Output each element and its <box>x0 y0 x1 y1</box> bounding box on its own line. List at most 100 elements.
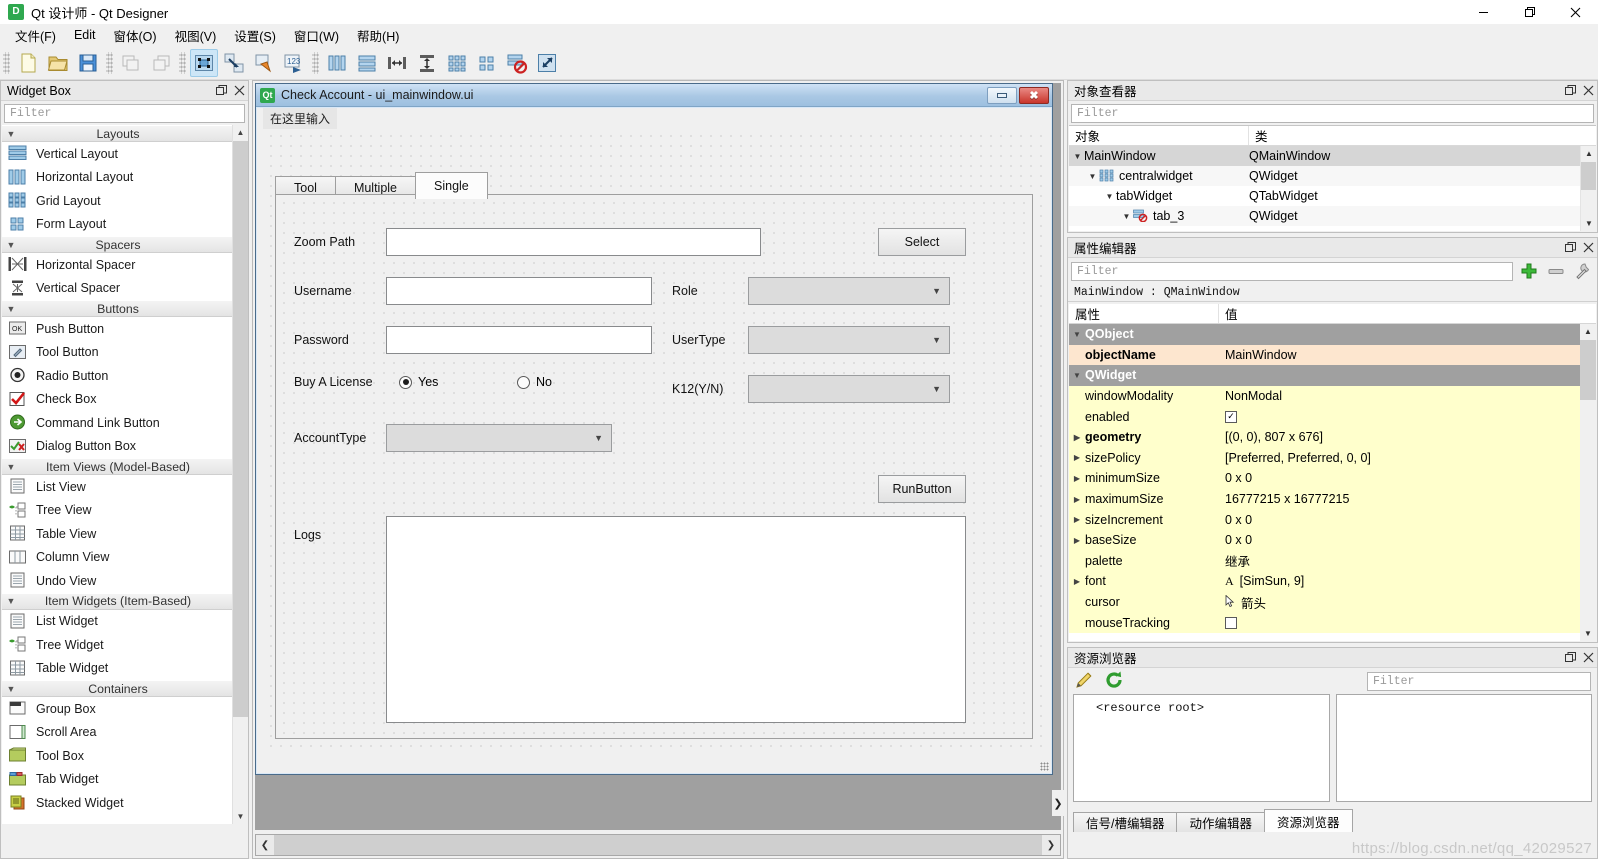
form-window-titlebar[interactable]: Qt Check Account - ui_mainwindow.ui ✖ <box>256 84 1052 107</box>
widget-item-push-button[interactable]: OK Push Button <box>2 317 234 341</box>
widget-group-layouts[interactable]: ▼ Layouts <box>2 125 234 142</box>
layout-form-icon[interactable] <box>473 49 501 77</box>
property-value[interactable]: 16777215 x 16777215 <box>1225 492 1349 506</box>
float-icon[interactable] <box>1561 649 1579 667</box>
chevron-down-icon[interactable]: ▼ <box>1069 371 1085 380</box>
remove-property-icon[interactable] <box>1545 261 1567 281</box>
select-button[interactable]: Select <box>878 228 966 256</box>
menu-form[interactable]: 窗体(O) <box>105 23 166 48</box>
reload-icon[interactable] <box>1104 670 1124 693</box>
form-minimize-button[interactable] <box>987 86 1017 104</box>
resource-root-item[interactable]: <resource root> <box>1074 695 1329 715</box>
property-value[interactable]: MainWindow <box>1225 348 1297 362</box>
widget-group-item-widgets[interactable]: ▼ Item Widgets (Item-Based) <box>2 592 234 610</box>
redo-icon[interactable] <box>147 49 175 77</box>
enabled-checkbox[interactable]: ✓ <box>1225 410 1237 423</box>
add-property-icon[interactable] <box>1518 261 1540 281</box>
maximize-button[interactable] <box>1506 0 1552 24</box>
layout-grid-icon[interactable] <box>443 49 471 77</box>
property-value[interactable]: 箭头 <box>1241 593 1266 612</box>
widget-item-grid-layout[interactable]: Grid Layout <box>2 189 234 213</box>
property-value[interactable]: NonModal <box>1225 389 1282 403</box>
password-input[interactable] <box>386 326 652 354</box>
edit-tab-order-icon[interactable]: 123 <box>280 49 308 77</box>
resource-browser-filter[interactable]: Filter <box>1367 671 1591 691</box>
column-class[interactable]: 类 <box>1249 126 1596 145</box>
table-row[interactable]: windowModality NonModal <box>1069 385 1580 407</box>
scroll-down-icon[interactable]: ▼ <box>1580 626 1596 641</box>
object-inspector-filter[interactable]: Filter <box>1071 104 1594 123</box>
scroll-up-icon[interactable]: ▲ <box>1580 324 1596 339</box>
widget-item-column-view[interactable]: Column View <box>2 545 234 569</box>
widget-item-undo-view[interactable]: Undo View <box>2 569 234 593</box>
form-menubar[interactable]: 在这里输入 <box>257 107 1051 129</box>
widget-item-list-widget[interactable]: List Widget <box>2 609 234 633</box>
scrollbar-thumb[interactable] <box>233 141 248 717</box>
object-tree-scrollbar[interactable]: ▲ ▼ <box>1580 146 1596 231</box>
menu-edit[interactable]: Edit <box>65 25 105 45</box>
widget-item-tool-box[interactable]: Tool Box <box>2 744 234 768</box>
menu-window[interactable]: 窗口(W) <box>285 23 348 48</box>
widget-item-scroll-area[interactable]: Scroll Area <box>2 720 234 744</box>
widget-item-command-link-button[interactable]: Command Link Button <box>2 411 234 435</box>
mdi-horizontal-scrollbar[interactable]: ❮ ❯ <box>255 834 1061 856</box>
widget-item-check-box[interactable]: Check Box <box>2 387 234 411</box>
float-icon[interactable] <box>212 82 230 100</box>
resource-preview-pane[interactable] <box>1335 694 1592 802</box>
table-row[interactable]: palette 继承 <box>1069 550 1580 572</box>
account-type-combobox[interactable]: ▼ <box>386 424 612 452</box>
splitter-collapse-arrow[interactable]: ❯ <box>1052 790 1064 816</box>
table-row[interactable]: ▶ sizeIncrement 0 x 0 <box>1069 509 1580 530</box>
zoom-path-input[interactable] <box>386 228 761 256</box>
edit-signals-slots-icon[interactable] <box>220 49 248 77</box>
widget-item-table-widget[interactable]: Table Widget <box>2 656 234 680</box>
close-icon[interactable] <box>1579 649 1597 667</box>
property-editor-filter[interactable]: Filter <box>1071 261 1513 281</box>
widget-group-spacers[interactable]: ▼ Spacers <box>2 236 234 253</box>
widget-box-scrollbar[interactable]: ▲ ▼ <box>232 125 248 824</box>
logs-textarea[interactable] <box>386 516 966 723</box>
scrollbar-thumb[interactable] <box>1581 162 1596 190</box>
usertype-combobox[interactable]: ▼ <box>748 326 950 354</box>
float-icon[interactable] <box>1561 82 1579 100</box>
table-row[interactable]: ▼ tabWidget QTabWidget <box>1069 186 1580 206</box>
undo-icon[interactable] <box>117 49 145 77</box>
widget-item-tree-widget[interactable]: Tree Widget <box>2 633 234 657</box>
form-close-button[interactable]: ✖ <box>1019 86 1049 104</box>
toolbar-grip-2[interactable] <box>106 51 113 74</box>
scroll-up-icon[interactable]: ▲ <box>1581 146 1596 161</box>
chevron-right-icon[interactable]: ▶ <box>1069 495 1085 504</box>
radio-yes[interactable]: Yes <box>399 375 517 389</box>
k12-combobox[interactable]: ▼ <box>748 375 950 403</box>
close-icon[interactable] <box>1579 239 1597 257</box>
scrollbar-thumb[interactable] <box>1580 340 1596 400</box>
close-icon[interactable] <box>230 82 248 100</box>
property-table-scrollbar[interactable]: ▲ ▼ <box>1580 324 1596 641</box>
configure-icon[interactable] <box>1572 261 1594 281</box>
widget-group-buttons[interactable]: ▼ Buttons <box>2 300 234 317</box>
role-combobox[interactable]: ▼ <box>748 277 950 305</box>
open-form-icon[interactable] <box>44 49 72 77</box>
chevron-down-icon[interactable]: ▼ <box>1069 330 1085 339</box>
widget-item-stacked-widget[interactable]: Stacked Widget <box>2 791 234 815</box>
edit-widgets-icon[interactable] <box>190 48 218 77</box>
toolbar-grip-4[interactable] <box>312 51 319 74</box>
toolbar-grip[interactable] <box>3 51 10 74</box>
table-row[interactable]: ▶ font A [SimSun, 9] <box>1069 571 1580 592</box>
widget-item-tree-view[interactable]: Tree View <box>2 498 234 522</box>
table-row[interactable]: ▶ geometry [(0, 0), 807 x 676] <box>1069 426 1580 448</box>
property-value[interactable]: [(0, 0), 807 x 676] <box>1225 430 1323 444</box>
property-value[interactable]: [Preferred, Preferred, 0, 0] <box>1225 451 1371 465</box>
break-layout-icon[interactable] <box>503 49 531 77</box>
property-value[interactable]: 0 x 0 <box>1225 513 1252 527</box>
table-row-group[interactable]: ▼ QWidget <box>1069 365 1580 386</box>
table-row[interactable]: ▶ baseSize 0 x 0 <box>1069 529 1580 551</box>
tab-resource-browser[interactable]: 资源浏览器 <box>1264 809 1353 832</box>
column-object[interactable]: 对象 <box>1069 126 1249 145</box>
edit-buddies-icon[interactable] <box>250 49 278 77</box>
float-icon[interactable] <box>1561 239 1579 257</box>
layout-splitter-horizontal-icon[interactable] <box>383 49 411 77</box>
tab-signal-slot-editor[interactable]: 信号/槽编辑器 <box>1073 812 1178 832</box>
layout-horizontally-icon[interactable] <box>323 49 351 77</box>
widget-item-vertical-layout[interactable]: Vertical Layout <box>2 142 234 166</box>
